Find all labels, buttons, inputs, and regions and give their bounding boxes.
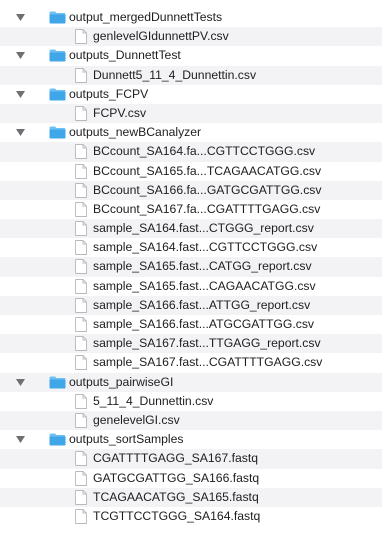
file-row[interactable]: sample_SA165.fast...CATGG_report.csv <box>0 257 382 277</box>
file-name: GATGCGATTGG_SA166.fastq <box>93 470 260 485</box>
folder-row[interactable]: outputs_sortSamples <box>0 430 382 449</box>
document-icon <box>75 355 87 371</box>
folder-row[interactable]: outputs_DunnettTest <box>0 46 382 65</box>
document-icon <box>75 317 87 332</box>
document-icon <box>75 508 87 524</box>
file-name: BCcount_SA164.fa...CGTTCCTGGG.csv <box>93 144 316 159</box>
folder-icon <box>49 376 66 389</box>
file-name: sample_SA166.fast...ATGCGATTGG.csv <box>93 317 315 331</box>
folder-row[interactable]: outputs_newBCanalyzer <box>0 123 382 142</box>
file-row[interactable]: sample_SA165.fast...CAGAACATGG.csv <box>0 277 382 296</box>
document-icon <box>75 240 87 256</box>
file-name: genlevelGIdunnettPV.csv <box>93 29 229 44</box>
disclosure-triangle-down-icon[interactable] <box>14 85 26 104</box>
file-name: TCGTTCCTGGG_SA164.fastq <box>93 508 261 523</box>
document-icon <box>75 29 87 45</box>
document-icon <box>75 412 87 428</box>
document-icon <box>75 201 87 217</box>
folder-name: outputs_DunnettTest <box>69 48 181 63</box>
file-name: sample_SA166.fast...ATTGG_report.csv <box>93 297 311 312</box>
file-row[interactable]: sample_SA167.fast...TTGAGG_report.csv <box>0 334 382 354</box>
file-name: TCAGAACATGG_SA165.fastq <box>93 489 259 504</box>
folder-name: outputs_newBCanalyzer <box>69 125 202 140</box>
document-icon <box>75 105 87 121</box>
file-name: BCcount_SA166.fa...GATGCGATTGG.csv <box>93 182 322 197</box>
folder-row[interactable]: outputs_pairwiseGI <box>0 372 382 392</box>
document-icon <box>75 182 87 198</box>
document-icon <box>75 470 87 486</box>
document-icon <box>75 144 87 160</box>
file-row[interactable]: CGATTTTGAGG_SA167.fastq <box>0 449 382 469</box>
file-row[interactable]: GATGCGATTGG_SA166.fastq <box>0 469 382 488</box>
document-icon <box>75 336 87 352</box>
file-tree: output_mergedDunnettTests genlevelGIdunne… <box>0 0 382 558</box>
folder-name: output_mergedDunnettTests <box>69 10 223 24</box>
document-icon <box>75 393 87 409</box>
document-icon <box>75 259 87 275</box>
folder-icon <box>49 126 66 139</box>
folder-icon <box>49 49 66 62</box>
document-icon <box>75 163 87 179</box>
file-row[interactable]: sample_SA164.fast...CTGGG_report.csv <box>0 219 382 239</box>
file-row[interactable]: sample_SA166.fast...ATTGG_report.csv <box>0 295 382 315</box>
file-row[interactable]: TCGTTCCTGGG_SA164.fastq <box>0 507 382 526</box>
file-name: BCcount_SA167.fa...CGATTTTGAGG.csv <box>93 201 321 216</box>
file-row[interactable]: BCcount_SA164.fa...CGTTCCTGGG.csv <box>0 142 382 162</box>
folder-name: outputs_sortSamples <box>69 432 184 447</box>
file-name: sample_SA165.fast...CAGAACATGG.csv <box>93 278 316 293</box>
document-icon <box>75 67 87 83</box>
file-row[interactable]: sample_SA164.fast...CGTTCCTGGG.csv <box>0 238 382 257</box>
folder-name: outputs_FCPV <box>69 86 149 101</box>
disclosure-triangle-down-icon[interactable] <box>14 123 26 142</box>
file-name: BCcount_SA165.fa...TCAGAACATGG.csv <box>93 163 322 178</box>
file-row[interactable]: BCcount_SA165.fa...TCAGAACATGG.csv <box>0 162 382 181</box>
file-name: CGATTTTGAGG_SA167.fastq <box>93 451 259 466</box>
folder-icon <box>49 433 66 446</box>
disclosure-triangle-down-icon[interactable] <box>14 46 26 65</box>
folder-row[interactable]: outputs_FCPV <box>0 85 382 104</box>
file-row[interactable]: genlevelGIdunnettPV.csv <box>0 27 382 47</box>
disclosure-triangle-down-icon[interactable] <box>14 373 26 392</box>
file-row[interactable]: BCcount_SA166.fa...GATGCGATTGG.csv <box>0 180 382 200</box>
folder-name: outputs_pairwiseGI <box>69 374 174 389</box>
file-name: FCPV.csv <box>93 105 147 120</box>
file-row[interactable]: sample_SA167.fast...CGATTTTGAGG.csv <box>0 353 382 372</box>
file-name: Dunnett5_11_4_Dunnettin.csv <box>93 67 257 82</box>
folder-row[interactable]: output_mergedDunnettTests <box>0 8 382 27</box>
file-name: sample_SA165.fast...CATGG_report.csv <box>93 259 312 274</box>
file-row[interactable]: FCPV.csv <box>0 103 382 124</box>
document-icon <box>75 489 87 505</box>
disclosure-triangle-down-icon[interactable] <box>14 8 26 27</box>
document-icon <box>75 278 87 294</box>
file-name: sample_SA167.fast...CGATTTTGAGG.csv <box>93 355 323 370</box>
file-row[interactable]: BCcount_SA167.fa...CGATTTTGAGG.csv <box>0 200 382 219</box>
file-row[interactable]: 5_11_4_Dunnettin.csv <box>0 392 382 411</box>
folder-icon <box>49 11 66 24</box>
file-name: sample_SA167.fast...TTGAGG_report.csv <box>93 336 321 351</box>
folder-icon <box>49 88 66 101</box>
file-row[interactable]: Dunnett5_11_4_Dunnettin.csv <box>0 65 382 85</box>
file-name: sample_SA164.fast...CGTTCCTGGG.csv <box>93 240 318 255</box>
document-icon <box>75 297 87 313</box>
file-name: genelevelGI.csv <box>93 412 180 427</box>
document-icon <box>75 221 87 237</box>
file-row[interactable]: TCAGAACATGG_SA165.fastq <box>0 487 382 507</box>
document-icon <box>75 451 87 467</box>
disclosure-triangle-down-icon[interactable] <box>14 430 26 449</box>
file-name: sample_SA164.fast...CTGGG_report.csv <box>93 221 314 236</box>
file-name: 5_11_4_Dunnettin.csv <box>93 393 214 408</box>
file-row[interactable]: sample_SA166.fast...ATGCGATTGG.csv <box>0 315 382 334</box>
file-row[interactable]: genelevelGI.csv <box>0 410 382 431</box>
